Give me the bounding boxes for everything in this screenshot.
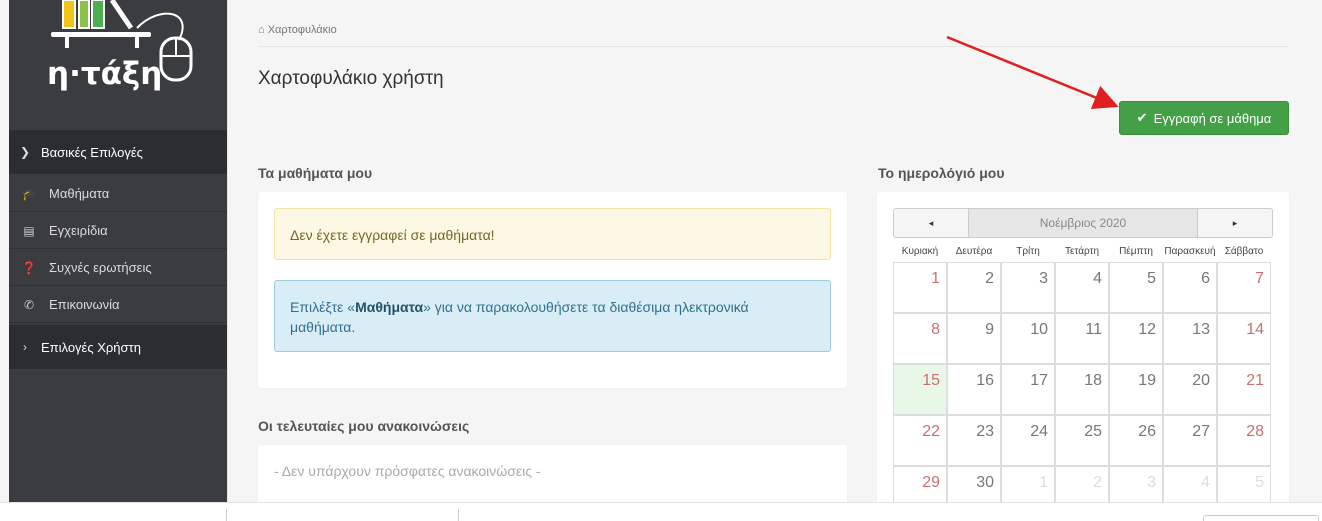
bottom-bar <box>0 502 1322 521</box>
divider <box>458 509 459 521</box>
annotation-arrow <box>946 35 1119 110</box>
bottom-tab[interactable] <box>1203 515 1319 521</box>
divider <box>226 509 227 521</box>
